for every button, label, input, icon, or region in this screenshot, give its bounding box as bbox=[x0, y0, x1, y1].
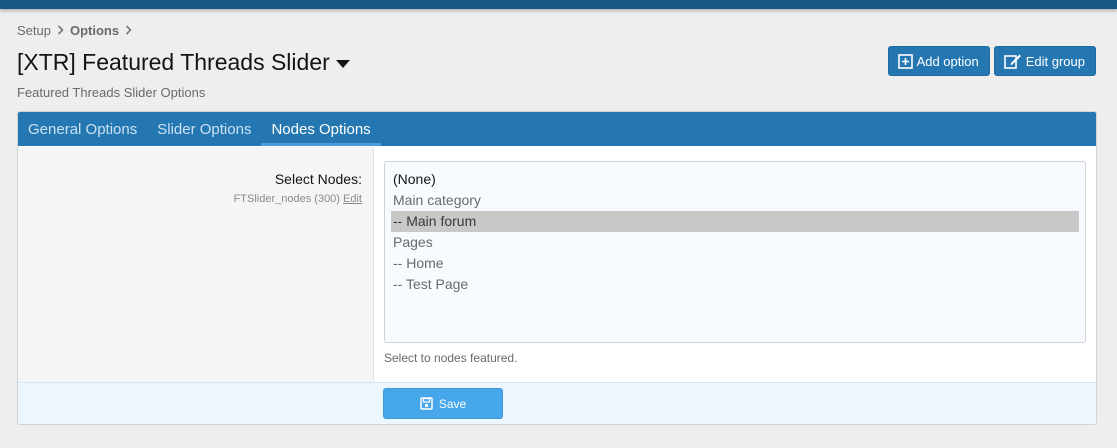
submit-row: Save bbox=[18, 382, 1096, 424]
field-explain: Select to nodes featured. bbox=[384, 351, 518, 365]
edit-group-label: Edit group bbox=[1025, 53, 1085, 69]
field-input-column: (None) Main category -- Main forum Pages… bbox=[374, 147, 1096, 382]
tab-slider-options[interactable]: Slider Options bbox=[147, 112, 261, 146]
add-option-button[interactable]: Add option bbox=[887, 46, 990, 76]
save-button[interactable]: Save bbox=[383, 388, 503, 419]
save-icon bbox=[420, 397, 433, 410]
select-option[interactable]: -- Home bbox=[391, 253, 1079, 274]
tab-bar: General Options Slider Options Nodes Opt… bbox=[18, 112, 1096, 146]
select-option[interactable]: Pages bbox=[391, 232, 1079, 253]
breadcrumb-setup[interactable]: Setup bbox=[17, 23, 51, 38]
tab-general-options[interactable]: General Options bbox=[18, 112, 147, 146]
field-label: Select Nodes: bbox=[274, 171, 362, 187]
edit-icon bbox=[1003, 53, 1022, 69]
breadcrumb-options[interactable]: Options bbox=[70, 23, 119, 38]
select-option[interactable]: Main category bbox=[391, 190, 1079, 211]
field-label-column: Select Nodes: FTSlider_nodes (300) Edit bbox=[18, 147, 374, 382]
options-block: General Options Slider Options Nodes Opt… bbox=[17, 111, 1097, 425]
save-label: Save bbox=[438, 396, 467, 411]
plus-square-icon bbox=[897, 53, 913, 69]
tab-nodes-options[interactable]: Nodes Options bbox=[261, 112, 381, 146]
option-id-text: FTSlider_nodes (300) bbox=[233, 193, 340, 205]
select-option-selected[interactable]: -- Main forum bbox=[391, 211, 1079, 232]
page-actions: Add option Edit group bbox=[887, 46, 1096, 76]
field-hint: FTSlider_nodes (300) Edit bbox=[18, 193, 362, 205]
caret-down-icon bbox=[335, 59, 350, 68]
select-nodes-row: Select Nodes: FTSlider_nodes (300) Edit … bbox=[18, 147, 1096, 382]
chevron-right-icon bbox=[125, 24, 132, 38]
edit-group-button[interactable]: Edit group bbox=[993, 46, 1096, 76]
nodes-multiselect[interactable]: (None) Main category -- Main forum Pages… bbox=[384, 161, 1086, 343]
edit-link[interactable]: Edit bbox=[343, 193, 362, 205]
page-title-menu[interactable]: [XTR] Featured Threads Slider bbox=[17, 49, 350, 76]
chevron-right-icon bbox=[57, 24, 64, 38]
select-option[interactable]: -- Test Page bbox=[391, 274, 1079, 295]
page-description: Featured Threads Slider Options bbox=[17, 85, 206, 100]
top-bar bbox=[0, 0, 1117, 9]
add-option-label: Add option bbox=[916, 53, 979, 69]
page-title: [XTR] Featured Threads Slider bbox=[17, 49, 330, 75]
select-option[interactable]: (None) bbox=[391, 169, 1079, 190]
breadcrumb: Setup Options bbox=[17, 23, 138, 38]
